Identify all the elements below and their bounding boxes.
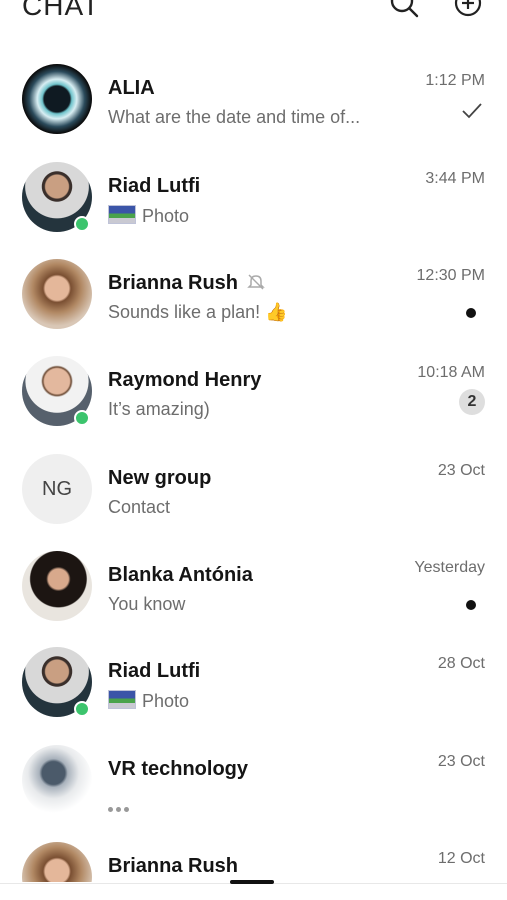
chat-name: Raymond Henry <box>108 369 262 391</box>
chat-name: Brianna Rush <box>108 855 239 877</box>
avatar <box>22 551 92 621</box>
online-indicator <box>74 216 90 232</box>
chat-time: 23 Oct <box>437 753 485 770</box>
photo-icon <box>108 205 136 224</box>
chat-item-brianna-rush[interactable]: Brianna Rush Sounds like a plan! 👍 12:30… <box>0 259 507 355</box>
chat-time: 23 Oct <box>437 462 485 479</box>
avatar <box>22 745 92 815</box>
avatar <box>22 64 92 134</box>
online-indicator <box>74 410 90 426</box>
read-check-icon <box>462 103 482 119</box>
chat-preview: What are the date and time of... <box>108 107 361 127</box>
chat-time: 10:18 AM <box>417 364 485 381</box>
photo-icon <box>108 690 136 709</box>
unread-dot <box>466 308 476 318</box>
chat-time: 12 Oct <box>437 850 485 867</box>
avatar <box>22 842 92 882</box>
chat-preview: Photo <box>108 205 189 227</box>
chat-name: Riad Lutfi <box>108 175 201 197</box>
chat-time: 1:12 PM <box>425 72 485 89</box>
chat-preview: You know <box>108 594 186 614</box>
chat-name: New group <box>108 467 212 489</box>
chat-preview: Sounds like a plan! 👍 <box>108 302 288 322</box>
chat-name: Brianna Rush <box>108 272 266 295</box>
chat-time: 3:44 PM <box>425 170 485 187</box>
chat-item-brianna-rush-2[interactable]: Brianna Rush 12 Oct <box>0 842 507 882</box>
chat-name: VR technology <box>108 758 249 780</box>
chat-preview: It’s amazing) <box>108 399 210 419</box>
chat-preview: Photo <box>108 690 189 712</box>
chat-item-blanka-antonia[interactable]: Blanka Antónia You know Yesterday <box>0 551 507 647</box>
page-title: CHAT <box>22 0 101 21</box>
search-icon[interactable] <box>389 0 419 18</box>
chat-name: Riad Lutfi <box>108 660 201 682</box>
chat-item-riad-lutfi-2[interactable]: Riad Lutfi Photo 28 Oct <box>0 647 507 743</box>
chat-item-new-group[interactable]: NG New group Contact 23 Oct <box>0 454 507 550</box>
chat-item-vr-technology[interactable]: VR technology 23 Oct <box>0 745 507 841</box>
chat-name: ALIA <box>108 77 155 99</box>
header: CHAT <box>0 0 507 40</box>
chat-time: 12:30 PM <box>416 267 485 284</box>
online-indicator <box>74 701 90 717</box>
unread-count-badge: 2 <box>459 389 485 415</box>
mute-icon <box>247 274 265 290</box>
chat-item-alia[interactable]: ALIA What are the date and time of... 1:… <box>0 64 507 160</box>
chat-name: Blanka Antónia <box>108 564 253 586</box>
add-chat-icon[interactable] <box>453 0 483 18</box>
avatar: NG <box>22 454 92 524</box>
chat-time: Yesterday <box>414 559 485 576</box>
home-indicator <box>230 880 274 884</box>
chat-item-riad-lutfi[interactable]: Riad Lutfi Photo 3:44 PM <box>0 162 507 258</box>
avatar <box>22 259 92 329</box>
chat-preview: Contact <box>108 497 171 517</box>
typing-indicator <box>108 799 132 817</box>
unread-dot <box>466 600 476 610</box>
chat-time: 28 Oct <box>437 655 485 672</box>
chat-item-raymond-henry[interactable]: Raymond Henry It’s amazing) 10:18 AM 2 <box>0 356 507 452</box>
